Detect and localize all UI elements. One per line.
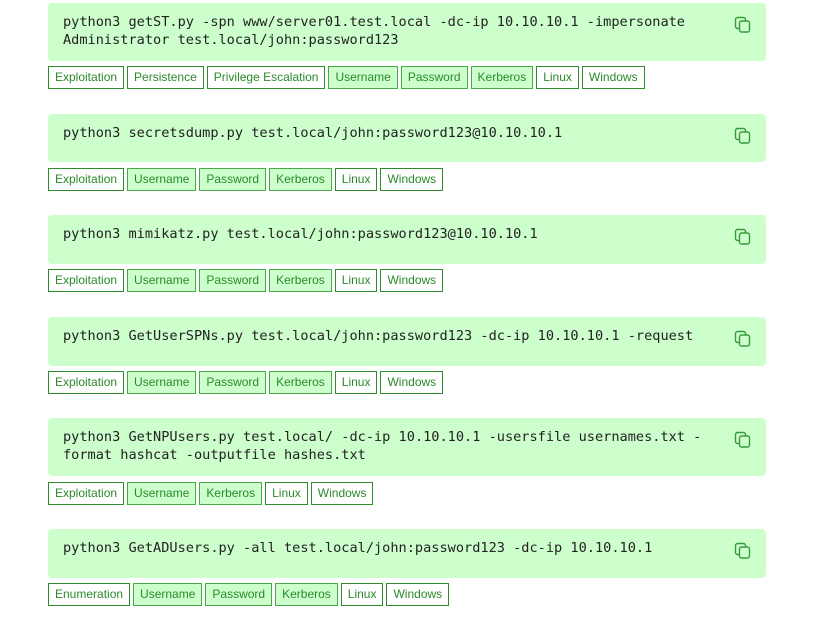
tag-list: Enumeration Username Password Kerberos L… xyxy=(48,583,450,606)
tag-kerberos[interactable]: Kerberos xyxy=(269,168,332,191)
tag-windows[interactable]: Windows xyxy=(380,168,444,191)
tag-exploitation[interactable]: Exploitation xyxy=(48,168,125,191)
tag-username[interactable]: Username xyxy=(127,168,197,191)
tag-kerberos[interactable]: Kerberos xyxy=(275,583,338,606)
copy-icon[interactable] xyxy=(734,542,752,560)
tag-kerberos[interactable]: Kerberos xyxy=(269,371,332,394)
command-text: python3 GetUserSPNs.py test.local/john:p… xyxy=(63,328,694,344)
tag-linux[interactable]: Linux xyxy=(334,371,378,394)
command-text: python3 secretsdump.py test.local/john:p… xyxy=(63,125,563,141)
tag-windows[interactable]: Windows xyxy=(386,583,450,606)
tag-privilege-escalation[interactable]: Privilege Escalation xyxy=(206,66,326,89)
tag-linux[interactable]: Linux xyxy=(340,583,384,606)
command-box: python3 mimikatz.py test.local/john:pass… xyxy=(48,215,766,264)
command-box: python3 GetNPUsers.py test.local/ -dc-ip… xyxy=(48,418,766,476)
tag-password[interactable]: Password xyxy=(199,168,267,191)
tag-password[interactable]: Password xyxy=(205,583,273,606)
tag-list: Exploitation Username Password Kerberos … xyxy=(48,371,444,394)
tag-windows[interactable]: Windows xyxy=(380,269,444,292)
tag-kerberos[interactable]: Kerberos xyxy=(470,66,534,89)
tag-exploitation[interactable]: Exploitation xyxy=(48,371,125,394)
tag-exploitation[interactable]: Exploitation xyxy=(48,482,125,505)
tag-username[interactable]: Username xyxy=(133,583,203,606)
tag-windows[interactable]: Windows xyxy=(310,482,374,505)
tag-exploitation[interactable]: Exploitation xyxy=(48,269,125,292)
command-box: python3 getST.py -spn www/server01.test.… xyxy=(48,3,766,61)
command-text: python3 mimikatz.py test.local/john:pass… xyxy=(63,226,538,242)
command-box: python3 GetADUsers.py -all test.local/jo… xyxy=(48,529,766,578)
tag-linux[interactable]: Linux xyxy=(334,269,378,292)
tag-username[interactable]: Username xyxy=(328,66,398,89)
copy-icon[interactable] xyxy=(734,330,752,348)
command-text: python3 GetADUsers.py -all test.local/jo… xyxy=(63,540,653,556)
copy-icon[interactable] xyxy=(734,16,752,34)
command-text: python3 GetNPUsers.py test.local/ -dc-ip… xyxy=(63,429,702,463)
copy-icon[interactable] xyxy=(734,431,752,449)
tag-linux[interactable]: Linux xyxy=(265,482,308,505)
command-box: python3 GetUserSPNs.py test.local/john:p… xyxy=(48,317,766,366)
tag-username[interactable]: Username xyxy=(127,269,197,292)
tag-password[interactable]: Password xyxy=(199,269,267,292)
tag-kerberos[interactable]: Kerberos xyxy=(269,269,332,292)
tag-list: Exploitation Persistence Privilege Escal… xyxy=(48,66,645,89)
tag-password[interactable]: Password xyxy=(199,371,267,394)
tag-password[interactable]: Password xyxy=(400,66,468,89)
tag-enumeration[interactable]: Enumeration xyxy=(48,583,131,606)
tag-windows[interactable]: Windows xyxy=(581,66,645,89)
tag-persistence[interactable]: Persistence xyxy=(127,66,204,89)
copy-icon[interactable] xyxy=(734,127,752,145)
tag-kerberos[interactable]: Kerberos xyxy=(199,482,263,505)
tag-list: Exploitation Username Password Kerberos … xyxy=(48,269,444,292)
tag-username[interactable]: Username xyxy=(127,482,197,505)
tag-username[interactable]: Username xyxy=(127,371,197,394)
tag-list: Exploitation Username Password Kerberos … xyxy=(48,168,444,191)
command-text: python3 getST.py -spn www/server01.test.… xyxy=(63,14,685,48)
tag-list: Exploitation Username Kerberos Linux Win… xyxy=(48,482,374,505)
tag-windows[interactable]: Windows xyxy=(380,371,444,394)
copy-icon[interactable] xyxy=(734,228,752,246)
tag-exploitation[interactable]: Exploitation xyxy=(48,66,125,89)
tag-linux[interactable]: Linux xyxy=(536,66,579,89)
command-box: python3 secretsdump.py test.local/john:p… xyxy=(48,114,766,162)
tag-linux[interactable]: Linux xyxy=(334,168,378,191)
